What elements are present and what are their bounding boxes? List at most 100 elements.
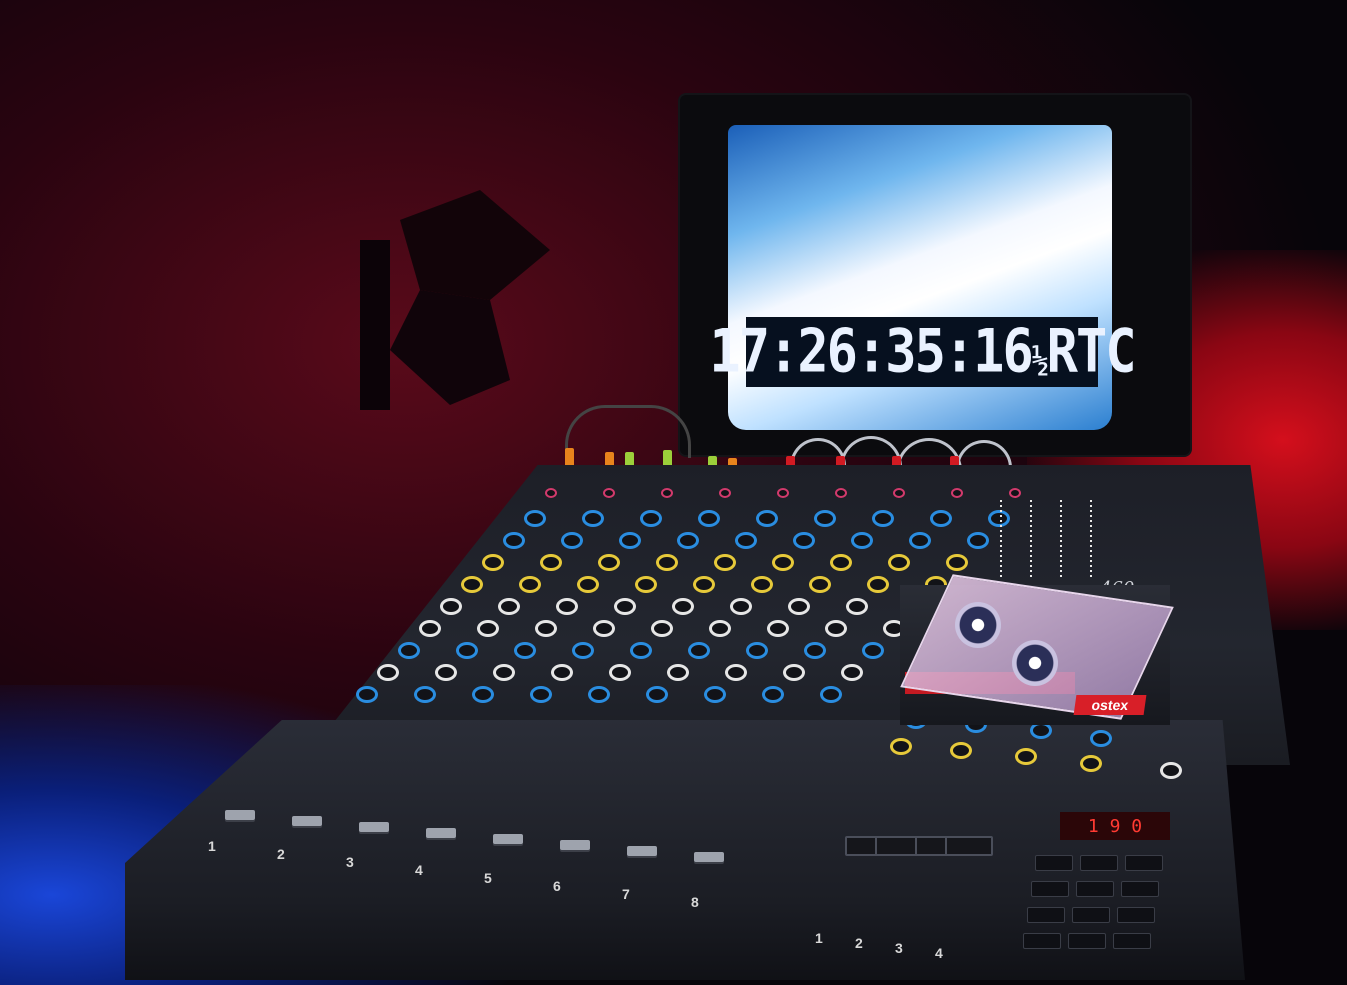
rotary-knob[interactable]: [751, 576, 773, 593]
rotary-knob[interactable]: [498, 598, 520, 615]
rotary-knob[interactable]: [514, 642, 536, 659]
rotary-knob[interactable]: [746, 642, 768, 659]
rotary-knob[interactable]: [577, 576, 599, 593]
rotary-knob[interactable]: [688, 642, 710, 659]
rotary-knob[interactable]: [398, 642, 420, 659]
rotary-knob[interactable]: [835, 488, 847, 498]
rotary-knob[interactable]: [825, 620, 847, 637]
rotary-knob[interactable]: [582, 510, 604, 527]
rotary-knob[interactable]: [704, 686, 726, 703]
rotary-knob[interactable]: [540, 554, 562, 571]
rotary-knob[interactable]: [545, 488, 557, 498]
rotary-knob[interactable]: [1160, 762, 1182, 779]
rotary-knob[interactable]: [561, 532, 583, 549]
rotary-knob[interactable]: [867, 576, 889, 593]
rotary-knob[interactable]: [672, 598, 694, 615]
rotary-knob[interactable]: [709, 620, 731, 637]
channel-fader[interactable]: [694, 852, 724, 862]
rotary-knob[interactable]: [725, 664, 747, 681]
channel-fader[interactable]: [493, 834, 523, 844]
rotary-knob[interactable]: [519, 576, 541, 593]
rotary-knob[interactable]: [951, 488, 963, 498]
rotary-knob[interactable]: [356, 686, 378, 703]
rotary-knob[interactable]: [719, 488, 731, 498]
rotary-knob[interactable]: [888, 554, 910, 571]
rotary-knob[interactable]: [556, 598, 578, 615]
rotary-knob[interactable]: [461, 576, 483, 593]
transport-button[interactable]: [1125, 855, 1163, 871]
channel-fader[interactable]: [560, 840, 590, 850]
rotary-knob[interactable]: [656, 554, 678, 571]
rotary-knob[interactable]: [814, 510, 836, 527]
rotary-knob[interactable]: [1080, 755, 1102, 772]
rotary-knob[interactable]: [677, 532, 699, 549]
rotary-knob[interactable]: [851, 532, 873, 549]
rotary-knob[interactable]: [593, 620, 615, 637]
rotary-knob[interactable]: [735, 532, 757, 549]
rotary-knob[interactable]: [714, 554, 736, 571]
transport-button[interactable]: [1072, 907, 1110, 923]
rotary-knob[interactable]: [603, 488, 615, 498]
rotary-knob[interactable]: [640, 510, 662, 527]
channel-fader[interactable]: [292, 816, 322, 826]
rotary-knob[interactable]: [635, 576, 657, 593]
rotary-knob[interactable]: [950, 742, 972, 759]
rotary-knob[interactable]: [414, 686, 436, 703]
transport-button[interactable]: [1080, 855, 1118, 871]
rotary-knob[interactable]: [667, 664, 689, 681]
rotary-knob[interactable]: [841, 664, 863, 681]
rotary-knob[interactable]: [890, 738, 912, 755]
transport-button[interactable]: [1031, 881, 1069, 897]
transport-button[interactable]: [1035, 855, 1073, 871]
rotary-knob[interactable]: [862, 642, 884, 659]
rotary-knob[interactable]: [661, 488, 673, 498]
rotary-knob[interactable]: [756, 510, 778, 527]
rotary-knob[interactable]: [551, 664, 573, 681]
rotary-knob[interactable]: [524, 510, 546, 527]
rotary-knob[interactable]: [435, 664, 457, 681]
rotary-knob[interactable]: [946, 554, 968, 571]
rotary-knob[interactable]: [988, 510, 1010, 527]
rotary-knob[interactable]: [1015, 748, 1037, 765]
rotary-knob[interactable]: [693, 576, 715, 593]
channel-fader[interactable]: [359, 822, 389, 832]
rotary-knob[interactable]: [772, 554, 794, 571]
transport-button[interactable]: [1113, 933, 1151, 949]
rotary-knob[interactable]: [630, 642, 652, 659]
transport-button[interactable]: [1121, 881, 1159, 897]
channel-fader[interactable]: [426, 828, 456, 838]
transport-button[interactable]: [1027, 907, 1065, 923]
rotary-knob[interactable]: [482, 554, 504, 571]
rotary-knob[interactable]: [535, 620, 557, 637]
rotary-knob[interactable]: [930, 510, 952, 527]
rotary-knob[interactable]: [872, 510, 894, 527]
rotary-knob[interactable]: [619, 532, 641, 549]
rotary-knob[interactable]: [767, 620, 789, 637]
rotary-knob[interactable]: [477, 620, 499, 637]
rotary-knob[interactable]: [377, 664, 399, 681]
rotary-knob[interactable]: [572, 642, 594, 659]
rotary-knob[interactable]: [472, 686, 494, 703]
rotary-knob[interactable]: [493, 664, 515, 681]
rotary-knob[interactable]: [777, 488, 789, 498]
rotary-knob[interactable]: [440, 598, 462, 615]
rotary-knob[interactable]: [1090, 730, 1112, 747]
rotary-knob[interactable]: [830, 554, 852, 571]
rotary-knob[interactable]: [820, 686, 842, 703]
rotary-knob[interactable]: [614, 598, 636, 615]
rotary-knob[interactable]: [893, 488, 905, 498]
rotary-knob[interactable]: [809, 576, 831, 593]
transport-button[interactable]: [1023, 933, 1061, 949]
transport-button[interactable]: [1117, 907, 1155, 923]
rotary-knob[interactable]: [967, 532, 989, 549]
rotary-knob[interactable]: [609, 664, 631, 681]
rotary-knob[interactable]: [793, 532, 815, 549]
rotary-knob[interactable]: [646, 686, 668, 703]
rotary-knob[interactable]: [909, 532, 931, 549]
transport-button[interactable]: [1076, 881, 1114, 897]
channel-fader[interactable]: [627, 846, 657, 856]
rotary-knob[interactable]: [598, 554, 620, 571]
rotary-knob[interactable]: [846, 598, 868, 615]
rotary-knob[interactable]: [730, 598, 752, 615]
rotary-knob[interactable]: [1009, 488, 1021, 498]
